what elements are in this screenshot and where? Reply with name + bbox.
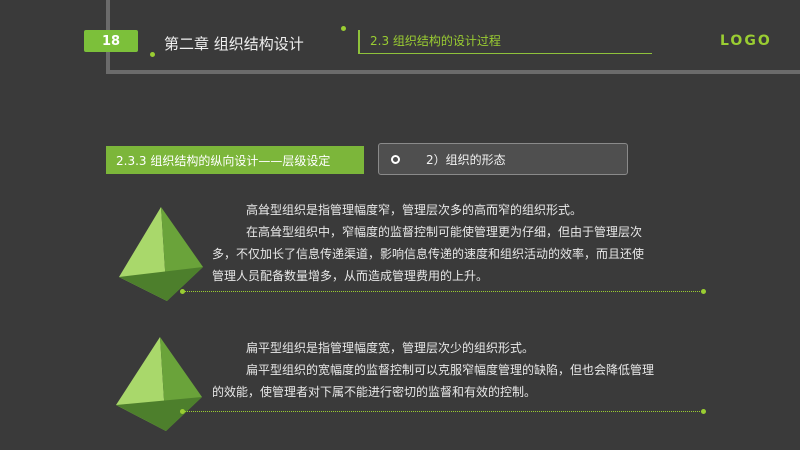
section-label: 2.3 组织结构的设计过程 bbox=[358, 30, 652, 54]
divider bbox=[182, 291, 704, 292]
decor-dot bbox=[180, 289, 185, 294]
decor-dot bbox=[341, 26, 346, 31]
text-line: 管理人员配备数量增多，从而造成管理费用的上升。 bbox=[212, 269, 489, 283]
decor-dot bbox=[701, 409, 706, 414]
page-number-badge: 18 bbox=[84, 30, 138, 52]
chapter-title: 第二章 组织结构设计 bbox=[164, 35, 304, 53]
tall-organization-text: 高耸型组织是指管理幅度窄，管理层次多的高而窄的组织形式。 在高耸型组织中，窄幅度… bbox=[212, 199, 712, 287]
text-line: 多，不仅加长了信息传递渠道，影响信息传递的速度和组织活动的效率，而且还使 bbox=[212, 247, 645, 261]
flat-organization-text: 扁平型组织是指管理幅度宽，管理层次少的组织形式。 扁平型组织的宽幅度的监督控制可… bbox=[212, 337, 712, 403]
topic-label: 2）组织的形态 bbox=[426, 152, 506, 167]
divider bbox=[182, 411, 704, 412]
tall-pyramid-icon bbox=[119, 207, 203, 301]
decor-dot bbox=[150, 52, 155, 57]
logo: LOGO bbox=[720, 33, 772, 49]
text-line: 扁平型组织的宽幅度的监督控制可以克服窄幅度管理的缺陷，但也会降低管理 bbox=[246, 363, 655, 377]
radio-icon bbox=[391, 154, 400, 164]
text-line: 的效能，使管理者对下属不能进行密切的监督和有效的控制。 bbox=[212, 385, 537, 399]
decor-dot bbox=[701, 289, 706, 294]
text-line: 高耸型组织是指管理幅度窄，管理层次多的高而窄的组织形式。 bbox=[246, 203, 583, 217]
decor-dot bbox=[180, 409, 185, 414]
text-line: 扁平型组织是指管理幅度宽，管理层次少的组织形式。 bbox=[246, 341, 535, 355]
topic-box[interactable]: 2）组织的形态 bbox=[378, 143, 628, 175]
flat-pyramid-icon bbox=[116, 337, 202, 431]
subsection-tag: 2.3.3 组织结构的纵向设计——层级设定 bbox=[106, 146, 364, 174]
text-line: 在高耸型组织中，窄幅度的监督控制可能使管理更为仔细，但由于管理层次 bbox=[246, 225, 643, 239]
